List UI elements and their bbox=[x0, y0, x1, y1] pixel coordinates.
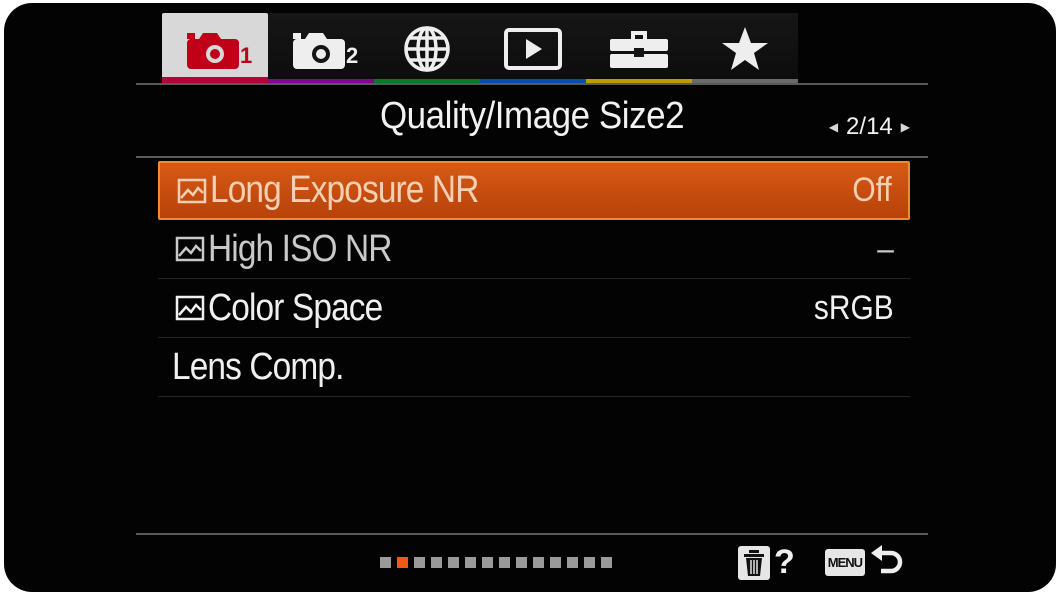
play-icon bbox=[504, 28, 562, 70]
tab-my-menu[interactable] bbox=[692, 13, 798, 85]
page-dot bbox=[448, 557, 459, 568]
menu-item-lens-comp[interactable]: Lens Comp. bbox=[158, 338, 910, 397]
page-dot bbox=[499, 557, 510, 568]
tabs-divider bbox=[136, 83, 928, 85]
menu-item-label: Color Space bbox=[208, 286, 383, 329]
camera-icon bbox=[293, 33, 345, 69]
menu-item-value: – bbox=[877, 229, 894, 268]
delete-trash-icon[interactable] bbox=[738, 545, 770, 580]
tab-camera-settings-2[interactable]: 2 bbox=[268, 13, 374, 85]
help-symbol: ? bbox=[774, 543, 795, 581]
page-dots bbox=[380, 557, 612, 568]
page-dot bbox=[431, 557, 442, 568]
tab-playback[interactable] bbox=[480, 13, 586, 85]
menu-item-label: Lens Comp. bbox=[172, 345, 344, 388]
tab-setup[interactable] bbox=[586, 13, 692, 85]
page-dot bbox=[584, 557, 595, 568]
menu-item-high-iso-nr[interactable]: High ISO NR – bbox=[158, 220, 910, 279]
menu-item-value: sRGB bbox=[814, 288, 894, 327]
page-title: Quality/Image Size2 bbox=[379, 95, 685, 137]
menu-button-icon[interactable]: MENU bbox=[824, 549, 866, 576]
menu-item-value: Off bbox=[852, 171, 892, 209]
camera-menu-screen: 1 2 Quality/Image Size2 ◀ 2/14 ▶ Long Ex… bbox=[4, 3, 1056, 592]
page-dot bbox=[567, 557, 578, 568]
tab-sub-number: 1 bbox=[240, 43, 253, 68]
menu-item-color-space[interactable]: Color Space sRGB bbox=[158, 279, 910, 338]
page-dot-current bbox=[397, 557, 408, 568]
still-image-icon bbox=[174, 234, 206, 264]
page-dot bbox=[482, 557, 493, 568]
page-dot bbox=[414, 557, 425, 568]
back-return-icon[interactable] bbox=[869, 544, 903, 581]
menu-tabs: 1 2 bbox=[162, 13, 798, 85]
page-dot bbox=[516, 557, 527, 568]
camera-icon bbox=[187, 33, 239, 69]
menu-item-label: High ISO NR bbox=[208, 227, 392, 270]
still-image-icon bbox=[176, 176, 208, 206]
menu-list: Long Exposure NR Off High ISO NR – Color… bbox=[158, 161, 910, 397]
footer-divider bbox=[136, 533, 928, 535]
next-page-arrow-icon: ▶ bbox=[900, 120, 910, 134]
tab-sub-number: 2 bbox=[346, 43, 359, 68]
star-icon bbox=[722, 27, 768, 70]
tab-camera-settings-1[interactable]: 1 bbox=[162, 13, 268, 85]
page-number: 2/14 bbox=[846, 113, 893, 140]
tab-network[interactable] bbox=[374, 13, 480, 85]
header-divider bbox=[136, 156, 928, 158]
page-dot bbox=[465, 557, 476, 568]
toolbox-icon bbox=[610, 31, 668, 68]
page-dot bbox=[533, 557, 544, 568]
page-indicator[interactable]: ◀ 2/14 ▶ bbox=[829, 113, 910, 141]
prev-page-arrow-icon: ◀ bbox=[828, 120, 839, 134]
footer-controls: ? MENU bbox=[738, 543, 903, 582]
menu-item-long-exposure-nr[interactable]: Long Exposure NR Off bbox=[158, 161, 910, 220]
page-dot bbox=[601, 557, 612, 568]
still-image-icon bbox=[174, 293, 206, 323]
menu-item-label: Long Exposure NR bbox=[210, 169, 479, 211]
page-dot bbox=[380, 557, 391, 568]
globe-icon bbox=[404, 26, 450, 72]
page-dot bbox=[550, 557, 561, 568]
